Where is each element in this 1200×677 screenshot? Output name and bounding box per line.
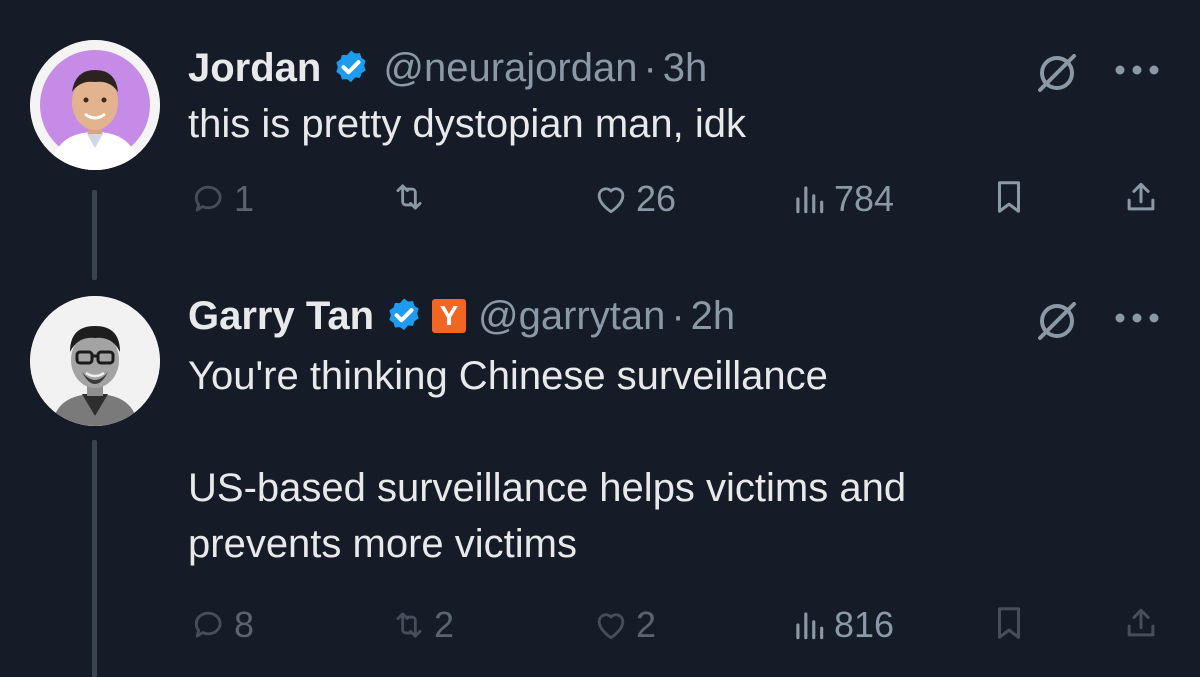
share-button[interactable] [1122,604,1160,642]
grok-icon[interactable] [1034,298,1080,344]
avatar[interactable] [30,40,160,170]
avatar[interactable] [30,296,160,426]
reply-icon [190,180,228,218]
tweet-line: US-based surveillance helps victims and [188,466,907,510]
like-icon [592,606,630,644]
tweet-line [188,404,906,460]
retweet-button[interactable]: 2 [390,604,454,646]
separator: · [643,45,657,90]
tweet-text: You're thinking Chinese surveillance US-… [188,348,906,572]
tweet-line: prevents more victims [188,522,577,566]
tweet-line: this is pretty dystopian man, idk [188,102,747,146]
like-count: 26 [636,178,677,219]
like-count: 2 [636,604,657,645]
reply-icon [190,606,228,644]
views-count: 816 [834,604,895,645]
reply-button[interactable]: 8 [190,604,254,646]
tweet-text: this is pretty dystopian man, idk [188,96,746,152]
views-icon [790,180,828,218]
bookmark-button[interactable] [990,178,1028,216]
tweet-garry-tan[interactable]: Garry Tan Y @garrytan · 2h You're thinki… [0,288,1200,677]
bookmark-icon [990,604,1028,642]
retweet-count: 2 [434,604,455,645]
tweet-actions: 1 26 784 [0,178,1200,228]
share-icon [1122,178,1160,216]
like-button[interactable]: 2 [592,604,656,646]
verified-icon [331,48,371,88]
tweet-actions: 8 2 2 816 [0,604,1200,654]
tweet-line: You're thinking Chinese surveillance [188,354,828,398]
more-icon[interactable] [1112,310,1162,326]
tweet-header: Garry Tan Y @garrytan · 2h [188,288,735,344]
retweet-icon [390,178,428,216]
more-icon[interactable] [1112,62,1162,78]
share-button[interactable] [1122,178,1160,216]
share-icon [1122,604,1160,642]
author-handle[interactable]: @garrytan [478,294,665,339]
tweet-header: Jordan @neurajordan · 3h [188,40,707,96]
separator: · [671,293,685,338]
like-button[interactable]: 26 [592,178,676,220]
timestamp[interactable]: 3h [663,46,708,91]
views-button[interactable]: 816 [790,604,894,646]
author-handle[interactable]: @neurajordan [383,46,637,91]
like-icon [592,180,630,218]
author-name[interactable]: Jordan [188,46,321,91]
tweet-jordan[interactable]: Jordan @neurajordan · 3h this is pretty … [0,40,1200,240]
author-name[interactable]: Garry Tan [188,294,374,339]
grok-icon[interactable] [1034,50,1080,96]
timestamp[interactable]: 2h [691,294,736,339]
bookmark-button[interactable] [990,604,1028,642]
views-count: 784 [834,178,895,219]
reply-button[interactable]: 1 [190,178,254,220]
views-icon [790,606,828,644]
bookmark-icon [990,178,1028,216]
views-button[interactable]: 784 [790,178,894,220]
reply-count: 1 [234,178,255,219]
verified-icon [384,296,424,336]
retweet-icon [390,606,428,644]
ycombinator-badge[interactable]: Y [432,299,466,333]
reply-count: 8 [234,604,255,645]
retweet-button[interactable] [390,178,434,216]
